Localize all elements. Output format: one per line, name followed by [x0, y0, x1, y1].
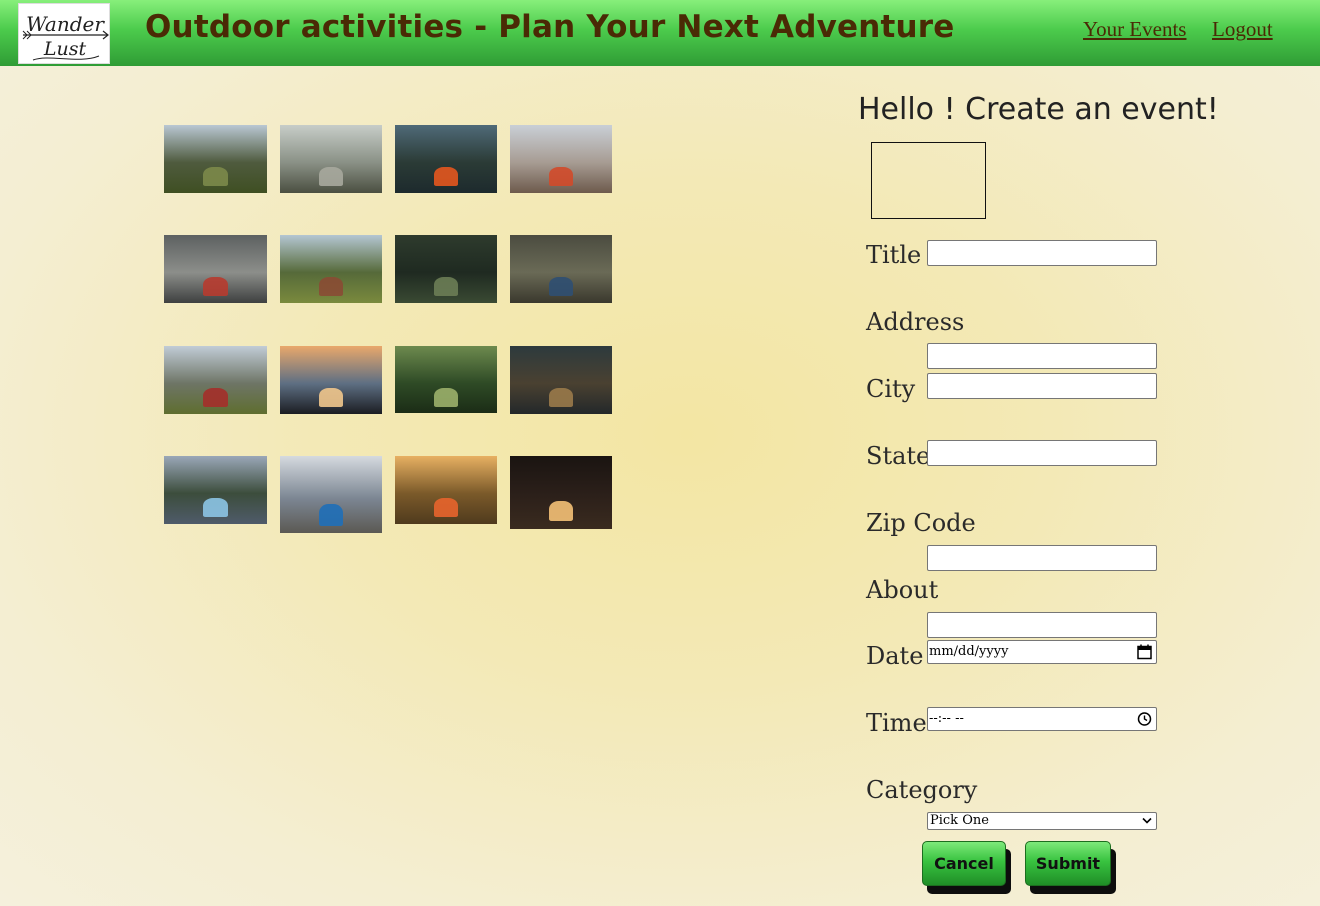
photo-accent	[203, 388, 228, 407]
date-label: Date	[866, 642, 924, 670]
gallery-photo[interactable]	[395, 346, 497, 413]
cancel-button-wrap: Cancel	[922, 841, 1011, 894]
gallery-photo[interactable]	[164, 235, 267, 303]
photo-accent	[549, 501, 573, 521]
gallery-photo[interactable]	[510, 456, 612, 529]
photo-accent	[203, 277, 228, 296]
cancel-button[interactable]: Cancel	[922, 841, 1006, 886]
gallery-photo[interactable]	[395, 125, 497, 193]
photo-accent	[434, 167, 458, 186]
form-heading: Hello ! Create an event!	[858, 92, 1219, 127]
time-input[interactable]: --:-- --	[927, 707, 1157, 731]
time-label: Time	[866, 709, 927, 737]
category-select[interactable]: Pick One	[927, 812, 1157, 830]
photo-accent	[203, 498, 228, 517]
title-label: Title	[866, 241, 922, 269]
photo-accent	[434, 498, 458, 517]
gallery-photo[interactable]	[280, 456, 382, 533]
nav-logout-link[interactable]: Logout	[1212, 17, 1273, 42]
title-input[interactable]	[927, 240, 1157, 266]
about-input[interactable]	[927, 612, 1157, 638]
gallery-photo[interactable]	[164, 456, 267, 524]
gallery-photo[interactable]	[510, 125, 612, 193]
date-placeholder: mm/dd/yyyy	[929, 644, 1009, 659]
gallery-photo[interactable]	[395, 235, 497, 303]
photo-accent	[319, 277, 343, 296]
calendar-icon[interactable]	[1137, 644, 1152, 660]
gallery-photo[interactable]	[164, 346, 267, 414]
gallery-photo[interactable]	[164, 125, 267, 193]
wander-lust-logo[interactable]: Wander Lust	[18, 3, 110, 64]
photo-accent	[319, 504, 343, 526]
city-input[interactable]	[927, 373, 1157, 399]
state-input[interactable]	[927, 440, 1157, 466]
gallery-photo[interactable]	[280, 235, 382, 303]
top-header: Wander Lust Outdoor activities - Plan Yo…	[0, 0, 1320, 66]
photo-accent	[549, 277, 573, 296]
page-title: Outdoor activities - Plan Your Next Adve…	[145, 9, 955, 45]
image-preview-box	[871, 142, 986, 219]
address-input[interactable]	[927, 343, 1157, 369]
svg-text:Lust: Lust	[43, 38, 87, 60]
gallery-photo[interactable]	[510, 346, 612, 414]
about-label: About	[866, 576, 939, 604]
category-label: Category	[866, 776, 978, 804]
address-label: Address	[866, 308, 965, 336]
submit-button[interactable]: Submit	[1025, 841, 1111, 886]
photo-accent	[319, 388, 343, 407]
state-label: State	[866, 442, 931, 470]
zip-code-input[interactable]	[927, 545, 1157, 571]
photo-accent	[434, 277, 458, 296]
gallery-photo[interactable]	[280, 346, 382, 414]
date-input[interactable]: mm/dd/yyyy	[927, 640, 1157, 664]
zip-code-label: Zip Code	[866, 509, 976, 537]
chevron-down-icon	[1142, 817, 1152, 824]
gallery-photo[interactable]	[280, 125, 382, 193]
category-selected-value: Pick One	[930, 813, 989, 828]
photo-accent	[434, 388, 458, 407]
city-label: City	[866, 375, 916, 403]
clock-icon[interactable]	[1137, 711, 1152, 727]
time-placeholder: --:-- --	[929, 711, 964, 726]
submit-button-wrap: Submit	[1025, 841, 1116, 894]
photo-accent	[549, 167, 573, 186]
photo-accent	[319, 167, 343, 186]
svg-text:Wander: Wander	[26, 12, 105, 36]
gallery-photo[interactable]	[395, 456, 497, 524]
photo-accent	[203, 167, 228, 186]
gallery-photo[interactable]	[510, 235, 612, 303]
photo-accent	[549, 388, 573, 407]
wander-lust-logo-graphic: Wander Lust	[22, 12, 109, 61]
nav-your-events-link[interactable]: Your Events	[1083, 17, 1186, 42]
